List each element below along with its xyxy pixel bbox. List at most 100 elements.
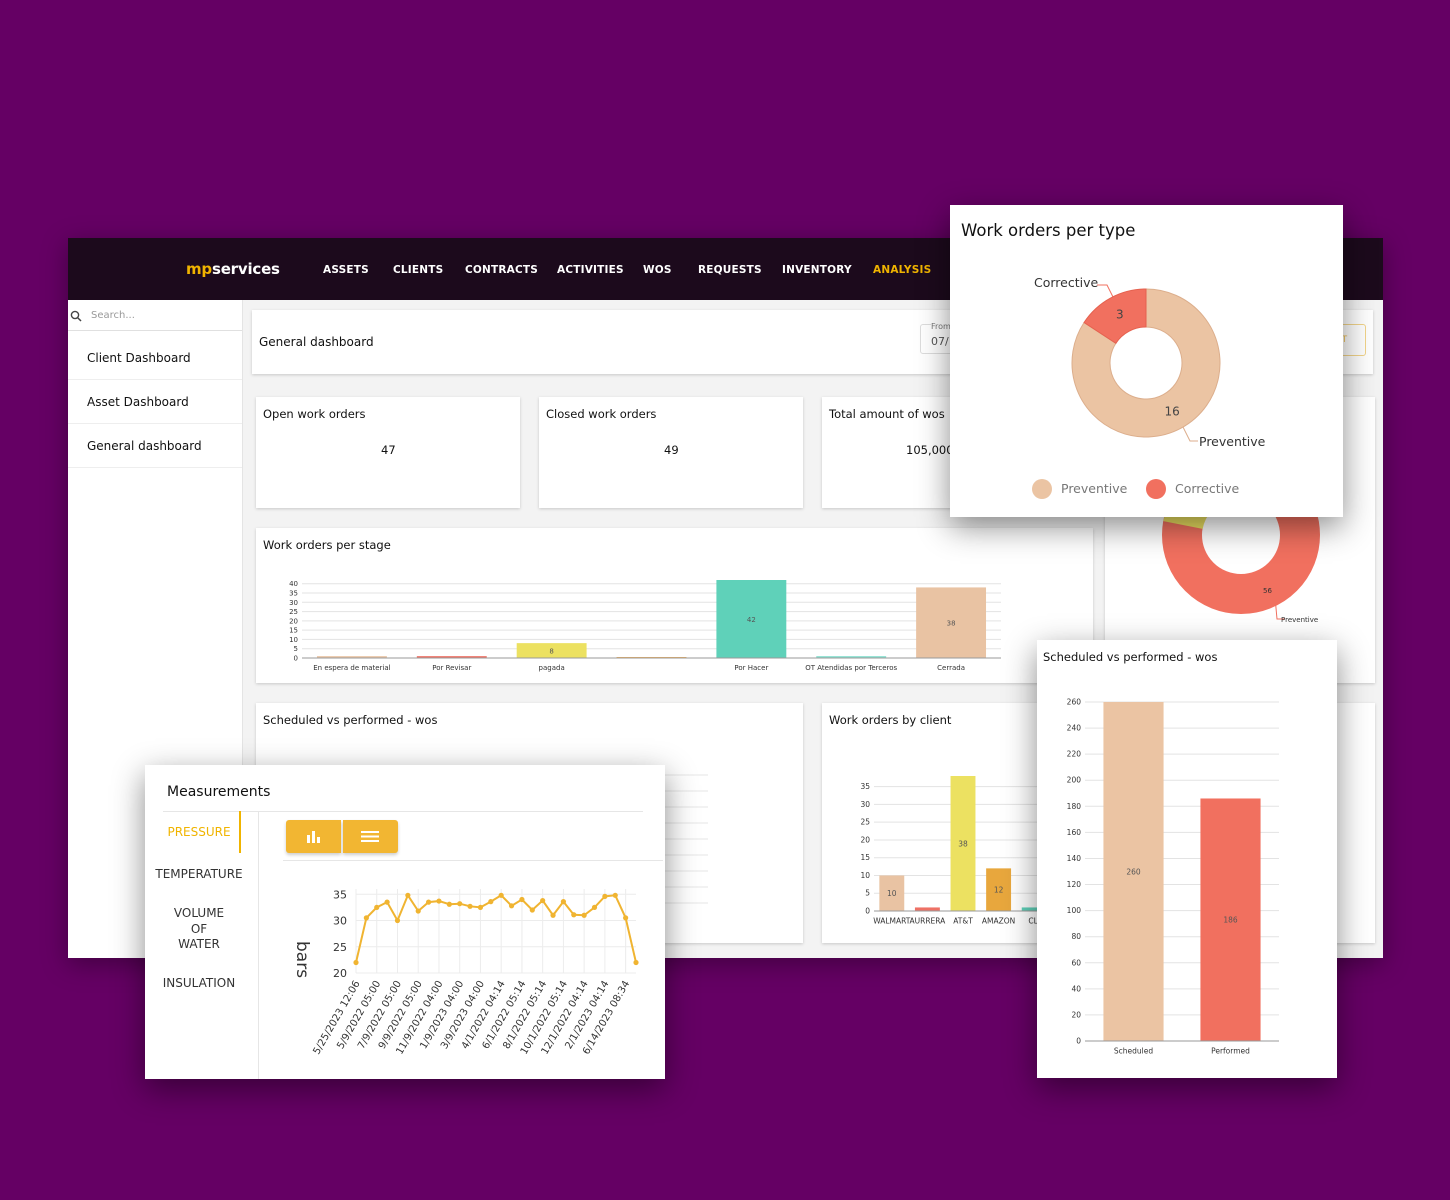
y-tick-label: 10: [289, 636, 298, 644]
y-tick-label: 30: [289, 599, 298, 607]
y-tick-label: 25: [333, 941, 347, 954]
data-point: [508, 903, 515, 909]
y-tick-label: 220: [1067, 750, 1082, 759]
data-point: [436, 898, 442, 904]
data-point: [425, 899, 432, 905]
y-tick-label: 40: [1071, 984, 1081, 993]
search-input[interactable]: Search...: [68, 300, 242, 331]
y-tick-label: 20: [1071, 1010, 1081, 1019]
x-tick-label: OT Atendidas por Terceros: [805, 664, 897, 672]
x-tick-label: Por Hacer: [734, 664, 768, 672]
page: { "app": { "logo_mp": "mp", "logo_servic…: [0, 0, 1450, 1200]
legend-label-preventive: Preventive: [1061, 481, 1128, 496]
kpi-label: Open work orders: [263, 407, 366, 421]
kpi-label: Total amount of wos: [829, 407, 945, 421]
y-tick-label: 5: [865, 889, 870, 898]
y-tick-label: 15: [860, 853, 870, 862]
search-placeholder: Search...: [91, 310, 135, 321]
y-tick-label: 40: [289, 580, 298, 588]
data-point: [591, 904, 598, 910]
data-point: [519, 896, 525, 903]
x-tick-label: WALMART: [873, 917, 911, 926]
y-axis-label: bars: [292, 941, 312, 978]
sidebar-item-general-dashboard[interactable]: General dashboard: [68, 424, 242, 468]
y-tick-label: 120: [1067, 880, 1082, 889]
legend-label-corrective: Corrective: [1175, 481, 1239, 496]
data-point: [498, 892, 504, 898]
donut-value-label: 3: [1116, 308, 1124, 322]
y-tick-label: 180: [1067, 802, 1082, 811]
nav-contracts[interactable]: CONTRACTS: [465, 264, 538, 276]
y-tick-label: 25: [860, 818, 870, 827]
y-tick-label: 160: [1067, 828, 1082, 837]
y-tick-label: 5: [294, 645, 298, 653]
donut-label-preventive: Preventive: [1199, 434, 1266, 449]
nav-requests[interactable]: REQUESTS: [698, 264, 762, 276]
data-point: [446, 901, 452, 907]
y-tick-label: 35: [289, 590, 298, 598]
bar-data-label: 260: [1126, 868, 1141, 877]
y-tick-label: 20: [860, 835, 870, 844]
y-tick-label: 35: [333, 888, 347, 901]
bar-data-label: 10: [887, 889, 897, 898]
search-icon: [70, 310, 82, 322]
bar-data-label: 8: [549, 648, 553, 656]
donut-value-label: 16: [1165, 404, 1180, 418]
logo[interactable]: mpservices: [186, 260, 280, 278]
kpi-value: 47: [381, 443, 396, 457]
bar-data-label: 12: [994, 886, 1004, 895]
donut-label-corrective: Corrective: [1034, 275, 1098, 290]
data-point: [623, 915, 629, 921]
x-tick-label: AMAZON: [982, 917, 1015, 926]
data-point: [457, 901, 463, 907]
y-tick-label: 260: [1067, 698, 1082, 707]
data-point: [363, 915, 369, 921]
bg-donut-value: 56: [1263, 587, 1272, 595]
data-point: [415, 908, 421, 914]
data-point: [353, 959, 359, 966]
x-tick-label: AT&T: [953, 917, 973, 926]
nav-wos[interactable]: WOS: [643, 264, 672, 276]
data-point: [405, 892, 411, 898]
sidebar-item-client-dashboard[interactable]: Client Dashboard: [68, 336, 242, 380]
bar-data-label: 38: [947, 620, 956, 628]
y-tick-label: 0: [1076, 1037, 1081, 1046]
y-tick-label: 200: [1067, 776, 1082, 785]
data-point: [540, 897, 546, 904]
data-point: [529, 907, 535, 913]
nav-activities[interactable]: ACTIVITIES: [557, 264, 624, 276]
x-tick-label: pagada: [539, 664, 565, 672]
x-tick-label: Por Revisar: [432, 664, 471, 672]
y-tick-label: 0: [865, 907, 870, 916]
x-tick-label: En espera de material: [313, 664, 390, 672]
data-point: [550, 912, 556, 918]
y-tick-label: 25: [289, 608, 298, 616]
bar-aurrera: [914, 907, 940, 911]
measurements-panel: Measurements PRESSURE TEMPERATURE VOLUME…: [145, 765, 665, 1079]
scheduled-vs-performed-panel: Scheduled vs performed - wos 0 20 40 60 80 10…: [1037, 640, 1337, 1078]
kpi-closed-work-orders: Closed work orders 49: [539, 397, 803, 508]
legend-swatch-preventive[interactable]: [1032, 479, 1052, 499]
bg-donut-label: Preventive: [1281, 616, 1318, 624]
nav-analysis[interactable]: ANALYSIS: [873, 264, 931, 276]
y-tick-label: 100: [1067, 906, 1082, 915]
bar-data-label: 42: [747, 616, 756, 624]
nav-assets[interactable]: ASSETS: [323, 264, 369, 276]
work-orders-per-stage-card: Work orders per stage 0 5 10 15 20 25 30 35 40 En…: [256, 528, 1093, 683]
y-tick-label: 15: [289, 627, 298, 635]
y-tick-label: 20: [289, 617, 298, 625]
data-point: [488, 899, 494, 905]
x-tick-label: Cerrada: [937, 664, 965, 672]
kpi-open-work-orders: Open work orders 47: [256, 397, 520, 508]
data-point: [477, 904, 484, 910]
data-point: [571, 912, 577, 918]
kpi-value: 105,000: [906, 443, 954, 457]
y-tick-label: 30: [860, 800, 870, 809]
y-tick-label: 140: [1067, 854, 1082, 863]
sidebar-item-asset-dashboard[interactable]: Asset Dashboard: [68, 380, 242, 424]
nav-clients[interactable]: CLIENTS: [393, 264, 443, 276]
data-point: [612, 892, 618, 898]
legend-swatch-corrective[interactable]: [1146, 479, 1166, 499]
nav-inventory[interactable]: INVENTORY: [782, 264, 852, 276]
data-point: [384, 899, 390, 905]
